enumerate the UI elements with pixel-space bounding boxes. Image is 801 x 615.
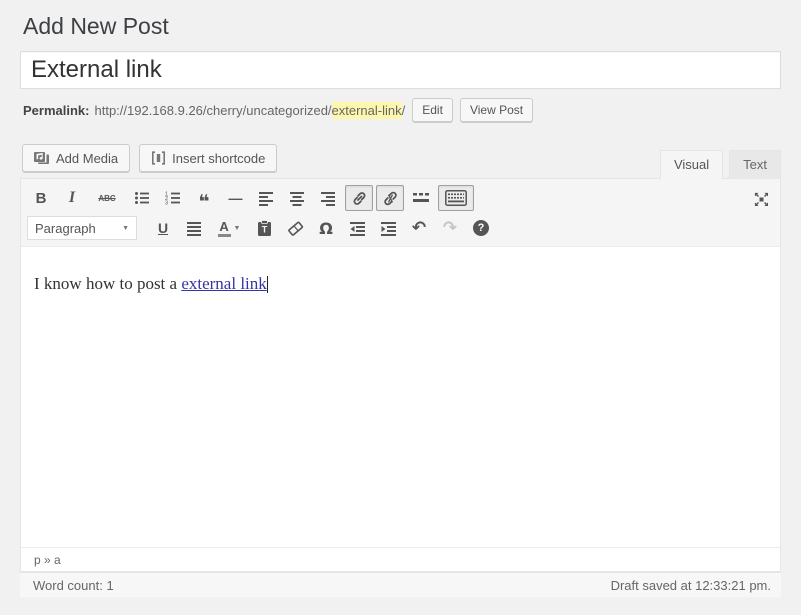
bullet-list-button[interactable] <box>128 185 156 211</box>
align-right-button[interactable] <box>314 185 342 211</box>
tab-text[interactable]: Text <box>729 150 781 179</box>
horizontal-rule-button[interactable]: — <box>221 185 249 211</box>
paragraph-format-select[interactable]: Paragraph ▼ <box>27 216 137 240</box>
underline-icon: U <box>158 220 168 236</box>
insert-shortcode-button[interactable]: Insert shortcode <box>139 144 277 172</box>
horizontal-rule-icon: — <box>229 190 242 206</box>
numbered-list-icon: 1 2 3 <box>165 190 181 206</box>
outdent-icon <box>349 220 366 236</box>
align-center-button[interactable] <box>283 185 311 211</box>
page-title: Add New Post <box>20 11 781 44</box>
editor-toolbar: B I ABC 1 2 3 ❝ <box>21 179 780 247</box>
permalink-row: Permalink: http://192.168.9.26/cherry/un… <box>20 97 781 123</box>
editor-container: B I ABC 1 2 3 ❝ <box>20 178 781 572</box>
distraction-free-button[interactable] <box>748 186 774 212</box>
blockquote-button[interactable]: ❝ <box>190 185 218 211</box>
word-count: Word count: 1 <box>33 578 114 593</box>
editor-tools: Add Media Insert shortcode Visual Text <box>20 144 781 178</box>
add-new-post-page: Add New Post Permalink: http://192.168.9… <box>0 0 801 597</box>
post-status-info: Word count: 1 Draft saved at 12:33:21 pm… <box>20 572 781 597</box>
toolbar-toggle-button[interactable] <box>438 185 474 211</box>
numbered-list-button[interactable]: 1 2 3 <box>159 185 187 211</box>
align-left-icon <box>258 190 274 206</box>
element-path-bar: p » a <box>21 547 780 571</box>
svg-text:3: 3 <box>165 201 168 207</box>
media-buttons: Add Media Insert shortcode <box>22 144 286 172</box>
keyboard-icon <box>445 190 467 206</box>
bullet-list-icon <box>134 190 150 206</box>
unlink-button[interactable] <box>376 185 404 211</box>
eraser-icon <box>287 221 304 236</box>
media-icon <box>34 151 50 166</box>
chevron-down-icon: ▼ <box>234 225 241 232</box>
insert-shortcode-label: Insert shortcode <box>172 151 265 166</box>
strikethrough-button[interactable]: ABC <box>89 185 125 211</box>
read-more-icon <box>412 191 430 205</box>
align-justify-icon <box>186 220 202 236</box>
outdent-button[interactable] <box>343 215 371 241</box>
toolbar-row-2: Paragraph ▼ U A ▼ <box>27 215 772 241</box>
post-title-input[interactable] <box>20 51 781 89</box>
view-post-button[interactable]: View Post <box>460 98 533 122</box>
editor-paragraph: I know how to post a external link <box>34 271 767 297</box>
text-color-icon: A <box>218 220 231 237</box>
paste-as-text-icon: T <box>257 220 272 237</box>
align-justify-button[interactable] <box>180 215 208 241</box>
element-path[interactable]: p » a <box>34 553 61 567</box>
paragraph-format-value: Paragraph <box>35 221 119 236</box>
bold-icon: B <box>36 190 47 207</box>
italic-icon: I <box>69 189 75 207</box>
help-icon: ? <box>473 220 489 236</box>
redo-icon: ↷ <box>443 218 457 238</box>
external-link-anchor[interactable]: external link <box>181 274 266 293</box>
add-media-button[interactable]: Add Media <box>22 144 130 172</box>
indent-icon <box>380 220 397 236</box>
bold-button[interactable]: B <box>27 185 55 211</box>
expand-icon <box>754 192 769 207</box>
editor-content-area[interactable]: I know how to post a external link <box>21 247 780 547</box>
autosave-status: Draft saved at 12:33:21 pm. <box>611 578 771 593</box>
redo-button[interactable]: ↷ <box>436 215 464 241</box>
editor-mode-tabs: Visual Text <box>654 150 781 179</box>
text-color-button[interactable]: A ▼ <box>211 215 247 241</box>
paste-as-text-button[interactable]: T <box>250 215 278 241</box>
link-icon <box>351 190 368 207</box>
chevron-down-icon: ▼ <box>122 225 129 232</box>
word-count-value: 1 <box>106 578 113 593</box>
permalink-slug[interactable]: external-link <box>332 102 402 119</box>
shortcode-icon <box>151 151 166 165</box>
tab-visual[interactable]: Visual <box>660 150 723 179</box>
read-more-button[interactable] <box>407 185 435 211</box>
underline-button[interactable]: U <box>149 215 177 241</box>
permalink-url-prefix: http://192.168.9.26/cherry/uncategorized… <box>94 103 331 118</box>
indent-button[interactable] <box>374 215 402 241</box>
blockquote-icon: ❝ <box>198 189 209 207</box>
undo-button[interactable]: ↶ <box>405 215 433 241</box>
add-media-label: Add Media <box>56 151 118 166</box>
clear-formatting-button[interactable] <box>281 215 309 241</box>
link-button[interactable] <box>345 185 373 211</box>
special-character-icon: Ω <box>319 219 333 238</box>
italic-button[interactable]: I <box>58 185 86 211</box>
word-count-label: Word count: <box>33 578 103 593</box>
special-character-button[interactable]: Ω <box>312 215 340 241</box>
svg-text:T: T <box>261 224 267 234</box>
unlink-icon <box>382 190 399 207</box>
align-left-button[interactable] <box>252 185 280 211</box>
edit-permalink-button[interactable]: Edit <box>412 98 453 122</box>
text-cursor <box>267 276 268 293</box>
align-center-icon <box>289 190 305 206</box>
help-button[interactable]: ? <box>467 215 495 241</box>
strikethrough-icon: ABC <box>98 194 115 203</box>
editor-text: I know how to post a <box>34 274 181 293</box>
toolbar-row-1: B I ABC 1 2 3 ❝ <box>27 185 772 211</box>
undo-icon: ↶ <box>412 218 426 238</box>
align-right-icon <box>320 190 336 206</box>
permalink-label: Permalink: <box>23 103 89 118</box>
permalink-url-suffix: / <box>402 103 406 118</box>
